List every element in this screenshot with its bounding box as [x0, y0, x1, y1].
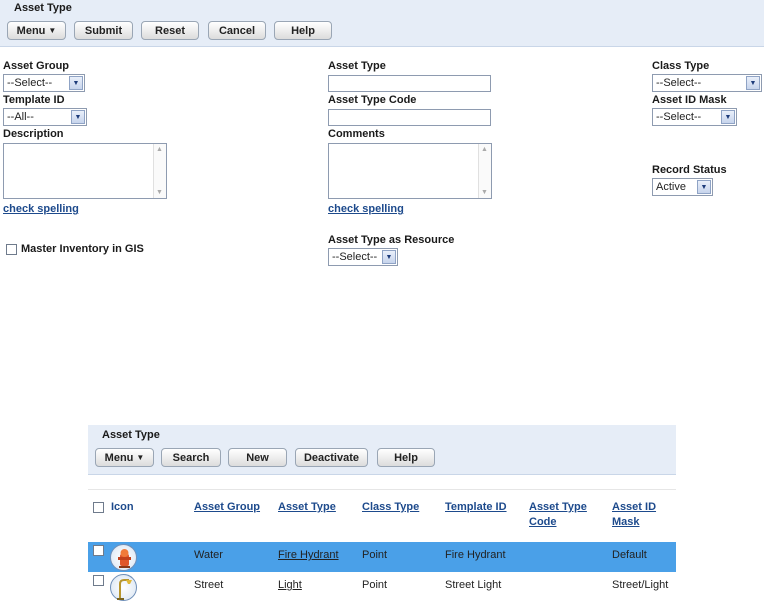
cell-template-id: Street Light: [445, 579, 502, 591]
column-asset-group[interactable]: Asset Group: [194, 500, 260, 515]
row-checkbox[interactable]: [93, 575, 104, 586]
check-spelling-link[interactable]: check spelling: [328, 203, 404, 215]
asset-group-label: Asset Group: [3, 60, 70, 72]
scroll-down-icon: ▼: [156, 189, 163, 196]
menu-button[interactable]: Menu ▼: [7, 21, 66, 40]
asset-type-code-input[interactable]: [328, 109, 491, 126]
column-class-type[interactable]: Class Type: [362, 500, 419, 515]
asset-type-input[interactable]: [328, 75, 491, 92]
scroll-down-icon: ▼: [481, 189, 488, 196]
select-all-checkbox[interactable]: [93, 502, 104, 513]
grid-menu-button-label: Menu: [104, 451, 134, 464]
cell-asset-type-link[interactable]: Fire Hydrant: [278, 549, 339, 561]
template-id-label: Template ID: [3, 94, 65, 106]
cell-asset-group: Water: [194, 549, 223, 561]
caret-down-icon: ▼: [48, 26, 57, 35]
comments-label: Comments: [328, 128, 385, 140]
chevron-down-icon: ▼: [382, 250, 396, 264]
master-inventory-checkbox[interactable]: [6, 244, 17, 255]
column-icon[interactable]: Icon: [111, 500, 134, 515]
grid-title: Asset Type: [102, 429, 160, 441]
description-textarea[interactable]: ▲ ▼: [3, 143, 167, 199]
template-id-value: --All--: [7, 111, 34, 123]
record-status-value: Active: [656, 181, 686, 193]
row-checkbox[interactable]: [93, 545, 104, 556]
check-spelling-link[interactable]: check spelling: [3, 203, 79, 215]
cell-class-type: Point: [362, 549, 388, 561]
asset-type-as-resource-select[interactable]: --Select-- ▼: [328, 248, 398, 266]
asset-group-value: --Select--: [7, 77, 53, 89]
top-toolbar: Asset Type Menu ▼ Submit Reset Cancel He…: [0, 0, 764, 47]
asset-id-mask-select[interactable]: --Select-- ▼: [652, 108, 737, 126]
column-asset-id-mask-line1: Asset ID: [612, 501, 657, 513]
grid-header: Icon Asset Group Asset Type Class Type T…: [88, 489, 676, 543]
fire-hydrant-icon: [110, 544, 137, 571]
table-row[interactable]: Water Fire Hydrant Point Fire Hydrant De…: [88, 542, 676, 572]
street-light-icon: [110, 574, 137, 601]
class-type-select[interactable]: --Select-- ▼: [652, 74, 762, 92]
cancel-button[interactable]: Cancel: [208, 21, 266, 40]
asset-type-label: Asset Type: [328, 60, 386, 72]
column-asset-type-code-line1: Asset Type: [529, 501, 587, 513]
master-inventory-label: Master Inventory in GIS: [21, 243, 144, 255]
record-status-select[interactable]: Active ▼: [652, 178, 713, 196]
grid-menu-button[interactable]: Menu ▼: [95, 448, 154, 467]
menu-button-label: Menu: [16, 24, 46, 37]
column-asset-type-code[interactable]: Asset Type Code: [529, 500, 587, 530]
reset-button[interactable]: Reset: [141, 21, 199, 40]
class-type-value: --Select--: [656, 77, 702, 89]
asset-type-code-label: Asset Type Code: [328, 94, 417, 106]
page-title: Asset Type: [14, 2, 72, 14]
cell-asset-group: Street: [194, 579, 224, 591]
scroll-up-icon: ▲: [481, 146, 488, 153]
cell-asset-id-mask: Default: [612, 549, 647, 561]
column-template-id[interactable]: Template ID: [445, 500, 507, 515]
grid-toolbar: Asset Type Menu ▼ Search New Deactivate …: [88, 425, 676, 475]
chevron-down-icon: ▼: [721, 110, 735, 124]
cell-asset-type-link[interactable]: Light: [278, 579, 302, 591]
cell-asset-id-mask: Street/Light: [612, 579, 669, 591]
deactivate-button[interactable]: Deactivate: [295, 448, 368, 467]
asset-type-as-resource-label: Asset Type as Resource: [328, 234, 455, 246]
asset-id-mask-label: Asset ID Mask: [652, 94, 727, 106]
asset-type-as-resource-value: --Select--: [332, 251, 378, 263]
search-button[interactable]: Search: [161, 448, 221, 467]
template-id-select[interactable]: --All-- ▼: [3, 108, 87, 126]
grid-help-button[interactable]: Help: [377, 448, 435, 467]
class-type-label: Class Type: [652, 60, 710, 72]
column-asset-id-mask-line2: Mask: [612, 516, 640, 528]
asset-group-select[interactable]: --Select-- ▼: [3, 74, 85, 92]
column-asset-type[interactable]: Asset Type: [278, 500, 336, 515]
column-asset-id-mask[interactable]: Asset ID Mask: [612, 500, 656, 530]
scroll-up-icon: ▲: [156, 146, 163, 153]
column-asset-type-code-line2: Code: [529, 516, 557, 528]
chevron-down-icon: ▼: [71, 110, 85, 124]
chevron-down-icon: ▼: [746, 76, 760, 90]
comments-textarea[interactable]: ▲ ▼: [328, 143, 492, 199]
description-label: Description: [3, 128, 64, 140]
asset-id-mask-value: --Select--: [656, 111, 702, 123]
record-status-label: Record Status: [652, 164, 727, 176]
scrollbar[interactable]: ▲ ▼: [478, 144, 491, 198]
new-button[interactable]: New: [228, 448, 287, 467]
table-row[interactable]: Street Light Point Street Light Street/L…: [88, 572, 676, 602]
chevron-down-icon: ▼: [697, 180, 711, 194]
chevron-down-icon: ▼: [69, 76, 83, 90]
submit-button[interactable]: Submit: [74, 21, 133, 40]
cell-template-id: Fire Hydrant: [445, 549, 506, 561]
caret-down-icon: ▼: [136, 453, 145, 462]
help-button[interactable]: Help: [274, 21, 332, 40]
cell-class-type: Point: [362, 579, 388, 591]
scrollbar[interactable]: ▲ ▼: [153, 144, 166, 198]
